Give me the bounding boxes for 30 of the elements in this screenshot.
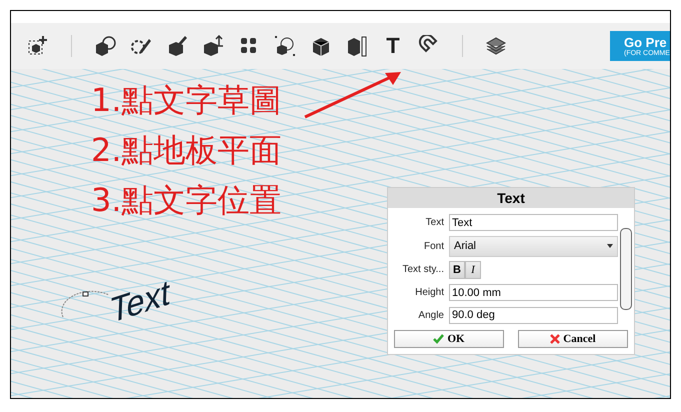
ok-button[interactable]: OK [394, 330, 504, 348]
layers-icon[interactable] [485, 35, 507, 57]
group-icon[interactable] [274, 35, 296, 57]
paint-cube-icon[interactable] [166, 35, 188, 57]
text-tool[interactable]: T [382, 33, 404, 59]
font-dropdown[interactable]: Arial [449, 236, 618, 257]
cube-sphere-icon[interactable] [94, 35, 116, 57]
close-icon [550, 334, 560, 344]
field-label: Angle [417, 310, 445, 321]
field-label: Font [422, 240, 445, 252]
move-cube-icon[interactable] [202, 35, 224, 57]
check-icon [433, 334, 444, 344]
field-label: Height [414, 287, 445, 298]
instruction-step: 2.點地板平面 [91, 125, 282, 175]
field-label: Text sty... [402, 264, 445, 276]
caret-icon [607, 244, 613, 248]
ruler-cube-icon[interactable] [346, 35, 368, 57]
input-field[interactable]: 90.0 deg [449, 306, 618, 324]
instruction-step: 3.點文字位置 [91, 175, 282, 225]
field-label: Text [424, 217, 445, 228]
cancel-button[interactable]: Cancel [518, 330, 628, 348]
input-field[interactable]: 10.00 mm [449, 284, 618, 301]
instruction-step: 1.點文字草圖 [91, 75, 282, 125]
add-shape-icon[interactable] [27, 35, 49, 57]
3d-text-object[interactable]: Text [110, 272, 171, 333]
bold-button[interactable]: B [449, 260, 465, 279]
cube-icon[interactable] [310, 35, 332, 57]
input-field[interactable]: Text [449, 214, 618, 232]
dialog-title: Text [388, 188, 634, 208]
italic-button[interactable]: I [465, 260, 481, 279]
